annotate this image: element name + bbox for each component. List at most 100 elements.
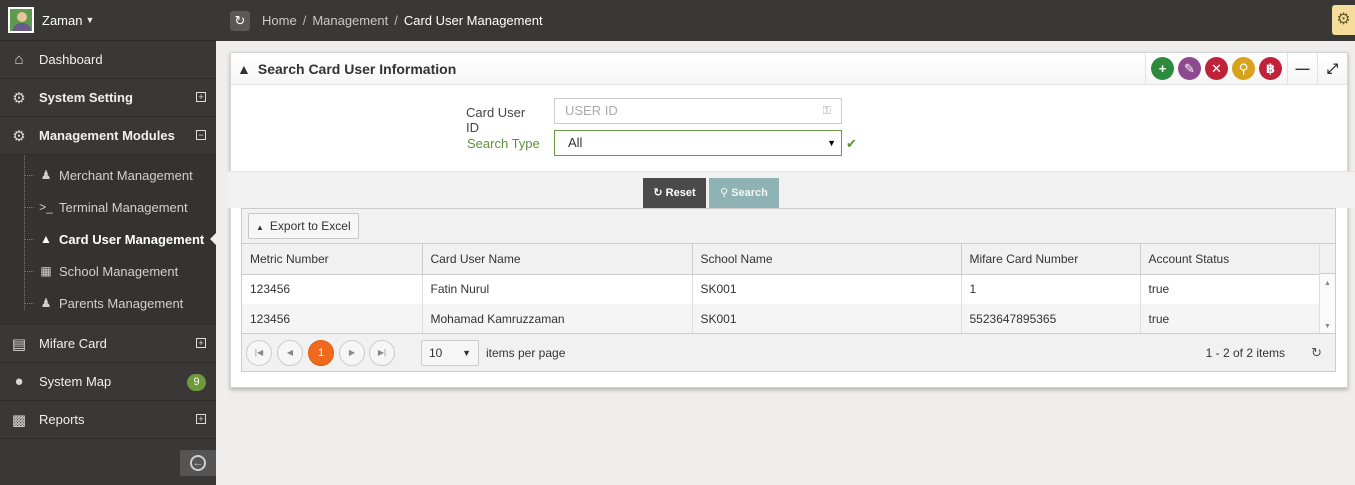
minimize-icon[interactable]: — (1287, 53, 1317, 84)
current-page-button[interactable]: 1 (308, 340, 334, 366)
user-menu[interactable]: Zaman ▼ (0, 0, 216, 41)
reset-button[interactable]: ↻ Reset (643, 178, 706, 209)
chevron-down-icon: ▼ (827, 138, 836, 148)
sidebar-item-merchant-management[interactable]: ♟ Merchant Management (0, 159, 216, 191)
sidebar-item-label: System Map (39, 374, 112, 389)
sidebar-item-system-map[interactable]: ● System Map 9 (0, 363, 216, 401)
prev-page-icon[interactable]: ◀ (277, 340, 303, 366)
breadcrumb-home[interactable]: Home (262, 13, 297, 28)
results-table: Metric Number Card User Name School Name… (242, 244, 1320, 334)
graduation-cap-icon: ▲ (237, 60, 251, 77)
chevron-down-icon: ▼ (462, 348, 471, 358)
breadcrumb-current: Card User Management (403, 13, 543, 28)
refresh-icon[interactable]: ↻ (1311, 345, 1322, 361)
table-cell: SK001 (692, 274, 962, 304)
graduation-cap-icon: ▲ (40, 232, 52, 246)
sidebar-item-parents-management[interactable]: ♟ Parents Management (0, 287, 216, 319)
column-header-account-status[interactable]: Account Status (1140, 244, 1320, 275)
next-page-icon[interactable]: ▶ (339, 340, 365, 366)
search-type-select[interactable]: All ▼ (554, 130, 842, 156)
sidebar-item-school-management[interactable]: ▦ School Management (0, 255, 216, 287)
last-page-icon[interactable]: ▶| (369, 340, 395, 366)
settings-gear-icon[interactable]: ⚙ (1332, 5, 1355, 35)
pager-info: 1 - 2 of 2 items (1205, 346, 1285, 360)
card-user-id-input[interactable]: USER ID ⚿ (554, 98, 842, 124)
sidebar: Zaman ▼ ⌂ Dashboard ⚙ System Setting + ⚙… (0, 0, 216, 485)
person-icon: ♟ (40, 168, 52, 182)
key-icon: ⚿ (822, 105, 831, 117)
sidebar-item-label: Dashboard (39, 52, 103, 67)
delete-icon[interactable]: ✕ (1205, 57, 1228, 80)
sidebar-item-mifare-card[interactable]: ▤ Mifare Card + (0, 325, 216, 363)
table-cell: 123456 (242, 304, 423, 334)
sidebar-item-reports[interactable]: ▩ Reports + (0, 401, 216, 439)
gears-icon: ⚙ (12, 89, 26, 107)
column-header-card-user-name[interactable]: Card User Name (422, 244, 693, 275)
edit-icon[interactable]: ✎ (1178, 57, 1201, 80)
scroll-up-icon[interactable]: ▲ (1324, 280, 1331, 287)
sidebar-item-label: Merchant Management (59, 167, 193, 183)
sidebar-item-terminal-management[interactable]: >_ Terminal Management (0, 191, 216, 223)
breadcrumb-management[interactable]: Management (312, 13, 388, 28)
table-row[interactable]: 123456 Fatin Nurul SK001 1 true (242, 274, 1320, 304)
results-grid: ▲ Export to Excel Metric Number Card User… (241, 208, 1336, 372)
table-cell: 1 (961, 274, 1141, 304)
add-icon[interactable]: + (1151, 57, 1174, 80)
expand-icon[interactable]: + (196, 414, 206, 424)
expand-icon[interactable]: + (196, 338, 206, 348)
panel-header: ▲ Search Card User Information + ✎ ✕ ⚲ ฿… (231, 53, 1347, 85)
sidebar-item-management-modules[interactable]: ⚙ Management Modules − (0, 117, 216, 155)
grid-toolbar: ▲ Export to Excel (242, 209, 1335, 244)
sidebar-item-label: School Management (59, 263, 179, 279)
arrow-left-icon: ← (190, 455, 206, 471)
collapse-icon[interactable]: − (196, 130, 206, 140)
column-header-metric-number[interactable]: Metric Number (242, 244, 423, 275)
triangle-up-icon: ▲ (256, 223, 264, 232)
sidebar-item-label: Parents Management (59, 295, 184, 311)
refresh-icon[interactable]: ↻ (230, 10, 250, 31)
search-type-label: Search Type (467, 136, 540, 151)
sidebar-item-dashboard[interactable]: ⌂ Dashboard (0, 41, 216, 79)
bitcoin-icon[interactable]: ฿ (1259, 57, 1282, 80)
table-row[interactable]: 123456 Mohamad Kamruzzaman SK001 5523647… (242, 304, 1320, 334)
grid-pager: |◀ ◀ 1 ▶ ▶| 10 ▼ items per page 1 - 2 of … (242, 333, 1335, 371)
panel-title: Search Card User Information (257, 60, 457, 77)
sidebar-item-label: Card User Management (59, 231, 205, 247)
terminal-icon: >_ (39, 200, 53, 214)
column-header-mifare-card-number[interactable]: Mifare Card Number (961, 244, 1141, 275)
column-header-school-name[interactable]: School Name (692, 244, 962, 275)
expand-icon[interactable]: + (196, 92, 206, 102)
sidebar-item-label: Reports (39, 412, 85, 427)
sidebar-item-label: Management Modules (39, 128, 175, 143)
table-cell: Mohamad Kamruzzaman (422, 304, 693, 334)
top-bar: ↻ Home / Management / Card User Management ⚙ (216, 0, 1355, 41)
sidebar-collapse-button[interactable]: ← (180, 450, 216, 476)
first-page-icon[interactable]: |◀ (246, 340, 272, 366)
search-icon[interactable]: ⚲ (1232, 57, 1255, 80)
person-icon: ♟ (40, 296, 52, 310)
table-cell: Fatin Nurul (422, 274, 693, 304)
sidebar-item-label: Terminal Management (59, 199, 188, 215)
table-cell: true (1140, 304, 1320, 334)
items-per-page-label: items per page (486, 346, 566, 360)
sidebar-item-label: Mifare Card (39, 336, 107, 351)
user-name: Zaman (42, 12, 83, 28)
management-submenu: ♟ Merchant Management >_ Terminal Manage… (0, 155, 216, 325)
building-icon: ▦ (40, 264, 52, 278)
page-size-select[interactable]: 10 ▼ (421, 340, 479, 366)
sidebar-item-label: System Setting (39, 90, 133, 105)
card-icon: ▤ (11, 335, 27, 353)
card-user-id-label: Card User ID (466, 105, 526, 135)
sidebar-item-card-user-management[interactable]: ▲ Card User Management (0, 223, 216, 255)
scroll-down-icon[interactable]: ▼ (1324, 323, 1331, 330)
export-excel-button[interactable]: ▲ Export to Excel (248, 213, 359, 239)
breadcrumb: Home / Management / Card User Management (262, 13, 543, 28)
fullscreen-icon[interactable]: ⤢ (1317, 53, 1347, 84)
sidebar-item-system-setting[interactable]: ⚙ System Setting + (0, 79, 216, 117)
checkmark-icon: ✔ (846, 136, 857, 151)
search-button[interactable]: ⚲ Search (709, 178, 779, 209)
table-cell: SK001 (692, 304, 962, 334)
vertical-scrollbar[interactable]: ▲ ▼ (1319, 244, 1335, 334)
avatar (8, 7, 34, 33)
chevron-down-icon: ▼ (85, 15, 95, 25)
